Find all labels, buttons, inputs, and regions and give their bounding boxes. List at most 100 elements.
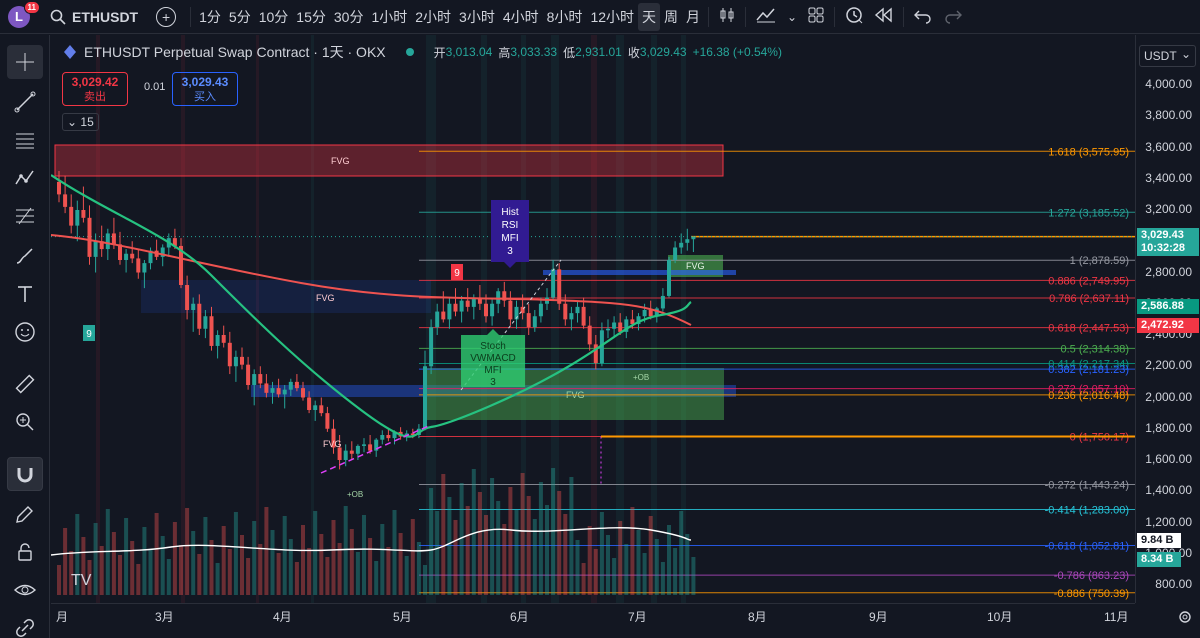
price-tick: 1,200.00 bbox=[1145, 514, 1192, 529]
candle-body bbox=[258, 374, 263, 384]
chart-type-candles-icon[interactable] bbox=[713, 2, 741, 32]
volume-bar bbox=[264, 507, 269, 595]
notification-badge: 11 bbox=[23, 0, 40, 14]
fib-label: 0.5 (2,314.38) bbox=[1061, 343, 1130, 355]
volume-bar bbox=[355, 552, 360, 595]
pattern-icon[interactable] bbox=[7, 161, 43, 195]
undo-icon[interactable] bbox=[908, 2, 938, 32]
price-tick: 2,800.00 bbox=[1145, 264, 1192, 279]
price-tick: 3,800.00 bbox=[1145, 108, 1192, 123]
volume-bar bbox=[526, 496, 531, 595]
price-axis[interactable]: USDT ⌄ 4,000.00 3,800.00 3,600.00 3,400.00 3… bbox=[1135, 35, 1200, 603]
interval-10[interactable]: 12小时 bbox=[586, 3, 638, 31]
pencil-lock-icon[interactable] bbox=[7, 497, 43, 531]
emoji-icon[interactable] bbox=[7, 315, 43, 349]
volume-bar bbox=[142, 527, 147, 595]
volume-bar bbox=[679, 511, 684, 595]
time-label: 4月 bbox=[273, 610, 292, 624]
layout-grid-icon[interactable] bbox=[802, 2, 830, 32]
candle-body bbox=[660, 295, 665, 309]
candle-body bbox=[465, 300, 470, 307]
horizontal-lines-icon[interactable] bbox=[7, 123, 43, 157]
ruler-icon[interactable] bbox=[7, 367, 43, 401]
fib-label: 0.382 (2,181.23) bbox=[1048, 364, 1129, 376]
volume-bar bbox=[197, 554, 202, 595]
fib-label: 1 (2,878.59) bbox=[1070, 255, 1129, 267]
text-icon[interactable] bbox=[7, 277, 43, 311]
candle-body bbox=[435, 311, 440, 328]
redo-icon[interactable] bbox=[938, 2, 968, 32]
currency-selector[interactable]: USDT ⌄ bbox=[1139, 45, 1196, 67]
buy-button[interactable]: 3,029.43 买入 bbox=[172, 72, 238, 106]
fib-icon[interactable] bbox=[7, 199, 43, 233]
interval-6[interactable]: 2小时 bbox=[411, 3, 455, 31]
fvg-zone bbox=[54, 144, 724, 177]
candle-body bbox=[87, 217, 92, 257]
candle-body bbox=[301, 388, 305, 398]
interval-11[interactable]: 天 bbox=[638, 2, 661, 31]
brush-icon[interactable] bbox=[7, 239, 43, 273]
fvg-label: FVG bbox=[686, 261, 705, 271]
zoom-in-icon[interactable] bbox=[7, 405, 43, 439]
change-value: +16.38 (+0.54%) bbox=[692, 45, 782, 59]
time-axis[interactable]: 月 3月 4月 5月 6月 7月 8月 9月 10月 11月 bbox=[51, 603, 1191, 638]
indicators-collapse-button[interactable]: ⌄ 15 bbox=[62, 113, 99, 131]
volume-bar bbox=[654, 539, 659, 595]
compare-add-icon[interactable]: + bbox=[156, 6, 177, 27]
interval-1[interactable]: 5分 bbox=[225, 3, 255, 31]
candle-body bbox=[93, 241, 98, 257]
magnet-icon[interactable] bbox=[7, 457, 43, 491]
ob-label: +OB bbox=[633, 373, 649, 382]
user-avatar[interactable]: L 11 bbox=[8, 0, 40, 28]
interval-4[interactable]: 30分 bbox=[330, 3, 368, 31]
candle-body bbox=[526, 313, 531, 328]
interval-7[interactable]: 3小时 bbox=[455, 3, 499, 31]
volume-bar bbox=[233, 512, 238, 595]
interval-12[interactable]: 周 bbox=[660, 3, 682, 31]
symbol-search[interactable]: ETHUSDT bbox=[50, 9, 138, 25]
chevron-down-icon: ⌄ bbox=[1180, 47, 1191, 61]
candle-body bbox=[264, 383, 269, 393]
candle-body bbox=[227, 342, 232, 367]
candle-body bbox=[276, 388, 281, 395]
volume-bar bbox=[429, 488, 434, 595]
volume-bar bbox=[545, 505, 549, 595]
interval-9[interactable]: 8小时 bbox=[543, 3, 587, 31]
interval-2[interactable]: 10分 bbox=[255, 3, 293, 31]
candle-body bbox=[612, 322, 617, 329]
settings-icon[interactable] bbox=[1177, 609, 1193, 628]
lock-icon[interactable] bbox=[7, 535, 43, 569]
trend-line-icon[interactable] bbox=[7, 85, 43, 119]
volume-bar bbox=[508, 487, 513, 595]
sell-button[interactable]: 3,029.42 卖出 bbox=[62, 72, 128, 106]
hist-rsi-text: MFI bbox=[501, 233, 518, 244]
alert-clock-icon[interactable] bbox=[839, 1, 869, 33]
indicators-icon[interactable] bbox=[750, 2, 782, 32]
interval-13[interactable]: 月 bbox=[682, 3, 704, 31]
candle-body bbox=[557, 269, 562, 304]
chevron-down-icon[interactable]: ⌄ bbox=[782, 7, 802, 27]
volume-bar bbox=[221, 526, 226, 595]
eye-icon[interactable] bbox=[7, 573, 43, 607]
high-value: 3,033.33 bbox=[510, 45, 558, 59]
link-icon[interactable] bbox=[7, 611, 43, 638]
crosshair-icon[interactable] bbox=[7, 45, 43, 79]
chart-canvas[interactable]: FVG FVG FVG FVG 1.618 (3,575.95) 1.272 (3,185… bbox=[51, 35, 1135, 603]
fib-label: 0.618 (2,447.53) bbox=[1048, 323, 1129, 335]
replay-icon[interactable] bbox=[869, 2, 899, 32]
volume-bar bbox=[172, 522, 177, 595]
divider bbox=[745, 6, 747, 27]
interval-5[interactable]: 1小时 bbox=[367, 3, 411, 31]
candle-body bbox=[209, 316, 214, 346]
stoch-label-tip bbox=[487, 329, 499, 335]
fvg-zone bbox=[543, 270, 736, 275]
candle-body bbox=[569, 313, 574, 320]
volume-bar bbox=[307, 548, 312, 595]
interval-8[interactable]: 4小时 bbox=[499, 3, 543, 31]
candle-body bbox=[240, 356, 244, 365]
volume-bar bbox=[624, 544, 629, 595]
interval-3[interactable]: 15分 bbox=[292, 3, 330, 31]
time-label: 月 bbox=[56, 610, 69, 624]
candle-body bbox=[386, 435, 391, 439]
interval-0[interactable]: 1分 bbox=[195, 3, 225, 31]
